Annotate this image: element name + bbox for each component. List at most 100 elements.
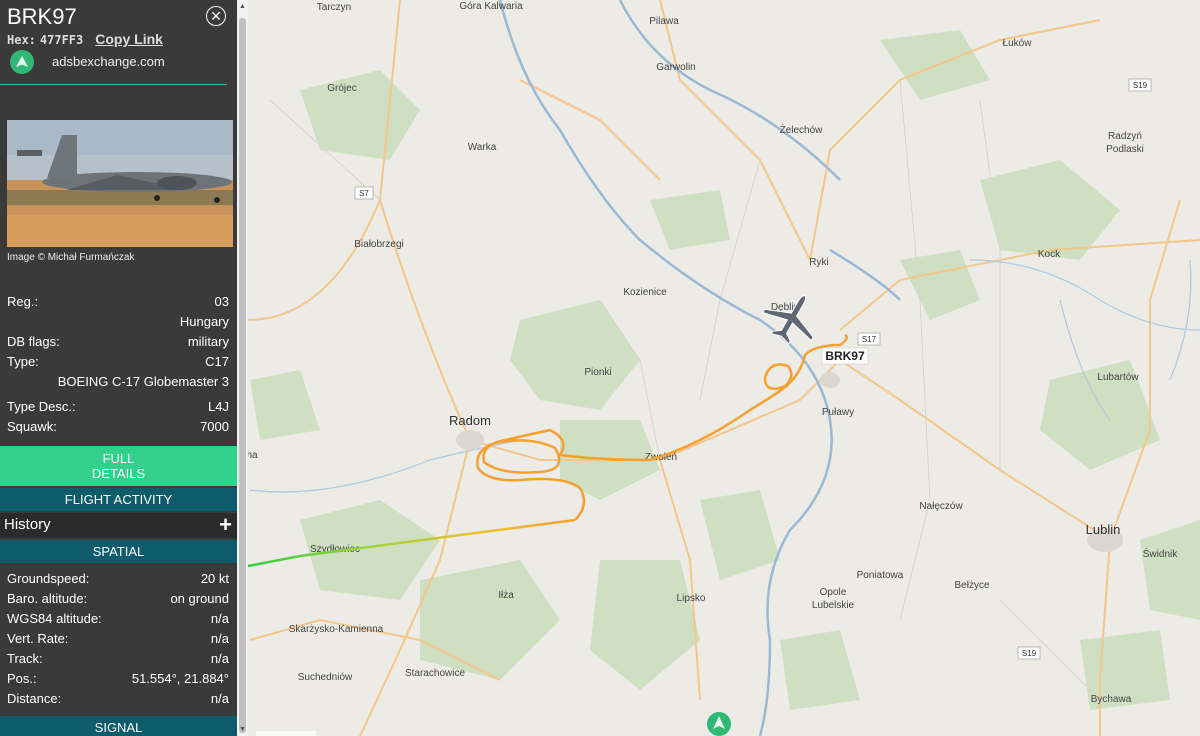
map-label-opole: Opole xyxy=(820,587,847,598)
map-label-zelechow: Żelechów xyxy=(780,123,824,136)
map-label-podlaski: Podlaski xyxy=(1106,144,1144,155)
map-label-radom: Radom xyxy=(449,413,491,428)
hex-label: Hex: xyxy=(7,33,36,47)
expand-plus-icon[interactable]: + xyxy=(219,512,232,538)
type-name-value: BOEING C-17 Globemaster 3 xyxy=(57,374,229,389)
signal-section-header: SIGNAL xyxy=(0,716,237,736)
reg-value: 03 xyxy=(214,294,229,309)
wgs84-altitude-row: WGS84 altitude: n/a xyxy=(7,611,233,629)
map-label-bychawa: Bychawa xyxy=(1091,694,1132,705)
hex-value: 477FF3 xyxy=(39,33,84,47)
distance-label: Distance: xyxy=(7,691,62,706)
map-view[interactable]: Tarczyn Góra Kalwaria Pilawa Łuków Gróje… xyxy=(248,0,1200,736)
map-label-lukow: Łuków xyxy=(1003,38,1033,49)
road-shield-s7: S7 xyxy=(359,189,369,198)
track-row: Track: n/a xyxy=(7,651,233,669)
db-flags-value: military xyxy=(187,334,229,349)
distance-row: Distance: n/a xyxy=(7,691,233,709)
road-shield-s19-south: S19 xyxy=(1022,649,1037,658)
map-label-kozienice: Kozienice xyxy=(623,287,667,298)
country-row: Hungary xyxy=(7,314,233,332)
map-label-starachowice: Starachowice xyxy=(405,668,465,679)
map-label-swidnik: Świdnik xyxy=(1143,547,1178,560)
map-label-edge: ha xyxy=(248,450,258,461)
groundspeed-row: Groundspeed: 20 kt xyxy=(7,571,233,589)
db-flags-label: DB flags: xyxy=(7,334,60,349)
position-value: 51.554°, 21.884° xyxy=(131,671,229,686)
type-desc-row: Type Desc.: L4J xyxy=(7,399,233,417)
aircraft-photo xyxy=(7,120,233,247)
type-value: C17 xyxy=(205,354,229,369)
map-label-lipsko: Lipsko xyxy=(677,593,706,604)
reg-label: Reg.: xyxy=(7,294,39,309)
map-label-bialobrzegi: Białobrzegi xyxy=(354,239,403,250)
position-label: Pos.: xyxy=(7,671,37,686)
map-label-suchedniow: Suchedniów xyxy=(298,672,353,683)
aircraft-map-label: BRK97 xyxy=(825,349,865,363)
squawk-row: Squawk: 7000 xyxy=(7,419,233,437)
scroll-down-arrow-icon[interactable]: ▼ xyxy=(238,725,247,735)
vert-rate-row: Vert. Rate: n/a xyxy=(7,631,233,649)
scale-bar xyxy=(256,731,316,736)
type-row: Type: C17 xyxy=(7,354,233,372)
aircraft-info-panel: BRK97 ✕ Hex: 477FF3 Copy Link adsbexchange… xyxy=(0,0,237,736)
map-label-pilawa: Pilawa xyxy=(649,16,679,27)
history-section-header[interactable]: History + xyxy=(0,512,237,538)
track-value: n/a xyxy=(210,651,229,666)
map-label-naleczow: Nałęczów xyxy=(919,501,963,512)
map-label-gora-kalwaria: Góra Kalwaria xyxy=(459,1,523,12)
adsbexchange-logo-icon xyxy=(10,50,34,74)
baro-altitude-value: on ground xyxy=(170,591,229,606)
type-name-row: BOEING C-17 Globemaster 3 xyxy=(7,374,233,392)
groundspeed-value: 20 kt xyxy=(200,571,229,586)
copy-link[interactable]: Copy Link xyxy=(95,31,163,47)
full-details-line1: FULL xyxy=(102,451,135,466)
wgs84-altitude-value: n/a xyxy=(210,611,229,626)
spatial-section-header: SPATIAL xyxy=(0,540,237,563)
squawk-label: Squawk: xyxy=(7,419,57,434)
divider xyxy=(0,84,227,85)
map-label-poniatowa: Poniatowa xyxy=(857,570,904,581)
baro-altitude-row: Baro. altitude: on ground xyxy=(7,591,233,609)
db-flags-row: DB flags: military xyxy=(7,334,233,352)
baro-altitude-label: Baro. altitude: xyxy=(7,591,88,606)
callsign-title: BRK97 xyxy=(7,4,77,29)
road-shield-s17: S17 xyxy=(862,335,877,344)
map-label-kock: Kock xyxy=(1038,249,1061,260)
wgs84-altitude-label: WGS84 altitude: xyxy=(7,611,102,626)
track-label: Track: xyxy=(7,651,43,666)
map-label-ilza: Iłża xyxy=(498,590,514,601)
flight-activity-button[interactable]: FLIGHT ACTIVITY xyxy=(0,488,237,511)
full-details-line2: DETAILS xyxy=(91,466,146,481)
map-label-tarczyn: Tarczyn xyxy=(317,2,351,13)
country-value: Hungary xyxy=(179,314,229,329)
history-label: History xyxy=(4,516,51,533)
map-label-garwolin: Garwolin xyxy=(656,62,695,73)
map-label-skarzysko: Skarżysko-Kamienna xyxy=(289,624,384,635)
map-label-lublin: Lublin xyxy=(1086,522,1121,537)
type-desc-label: Type Desc.: xyxy=(7,399,76,414)
adsbexchange-link-text: adsbexchange.com xyxy=(52,54,165,69)
vert-rate-value: n/a xyxy=(210,631,229,646)
groundspeed-label: Groundspeed: xyxy=(7,571,90,586)
squawk-value: 7000 xyxy=(200,419,229,434)
map-label-radzyn: Radzyń xyxy=(1108,131,1142,142)
scroll-thumb[interactable] xyxy=(239,18,246,733)
vert-rate-label: Vert. Rate: xyxy=(7,631,69,646)
map-label-pionki: Pionki xyxy=(584,367,611,378)
position-row: Pos.: 51.554°, 21.884° xyxy=(7,671,233,689)
map-label-pulawy: Puławy xyxy=(822,407,854,418)
scroll-up-arrow-icon[interactable]: ▲ xyxy=(238,2,247,12)
map-label-ryki: Ryki xyxy=(809,257,828,268)
map-label-lubelskie: Lubelskie xyxy=(812,600,855,611)
map-label-belzyce: Bełżyce xyxy=(954,580,989,591)
map-label-lubartow: Lubartów xyxy=(1097,372,1139,383)
full-details-button[interactable]: FULL DETAILS xyxy=(0,446,237,486)
close-icon[interactable]: ✕ xyxy=(206,6,226,26)
map-label-grojec: Grójec xyxy=(327,83,356,94)
photo-caption: Image © Michał Furmańczak xyxy=(7,252,135,263)
hex-row: Hex: 477FF3 Copy Link xyxy=(7,31,163,47)
distance-value: n/a xyxy=(210,691,229,706)
receiver-marker-icon[interactable] xyxy=(707,712,731,736)
type-desc-value: L4J xyxy=(208,399,229,414)
